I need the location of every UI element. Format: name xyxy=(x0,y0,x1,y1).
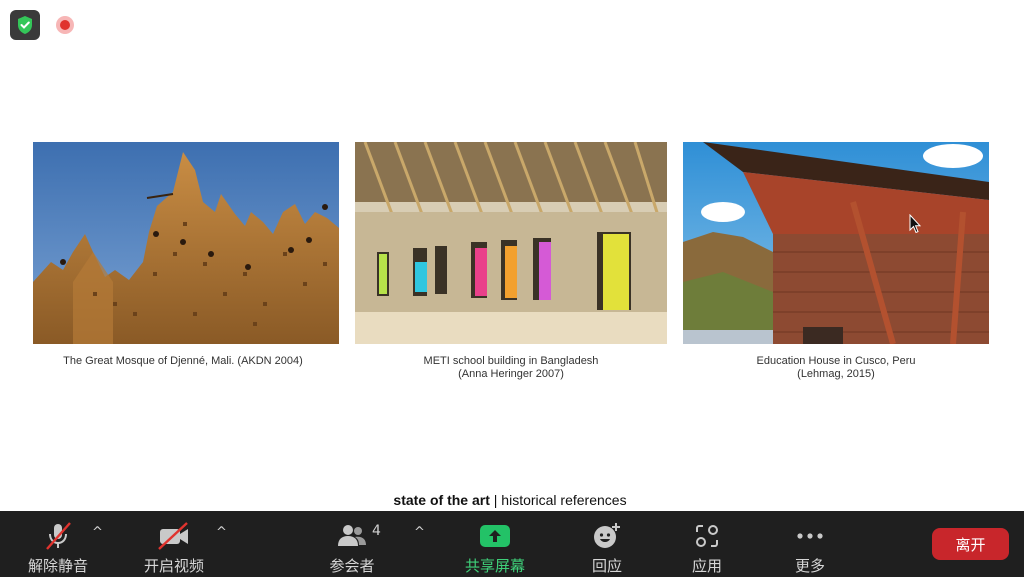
participants-icon xyxy=(335,519,369,553)
slide-title-separator: | xyxy=(489,492,502,508)
apps-button[interactable]: 应用 xyxy=(687,511,727,577)
participants-button[interactable]: 参会者 xyxy=(322,511,382,577)
slide-title-bold: state of the art xyxy=(393,492,490,508)
slide-title-rest: historical references xyxy=(501,492,627,508)
mouse-cursor-icon xyxy=(909,213,922,238)
reaction-emoji-icon xyxy=(592,519,622,553)
security-shield-icon[interactable] xyxy=(10,10,40,40)
caption-line: (Anna Heringer 2007) xyxy=(458,368,564,380)
photo-education-house-cusco xyxy=(683,142,989,344)
caption-line: Education House in Cusco, Peru xyxy=(756,355,916,367)
participants-count: 4 xyxy=(372,523,381,539)
microphone-muted-icon xyxy=(44,519,72,553)
unmute-button[interactable]: 解除静音 xyxy=(22,511,94,577)
share-screen-button[interactable]: 共享屏幕 xyxy=(458,511,532,577)
caption-meti: METI school building in Bangladesh (Anna… xyxy=(355,355,667,381)
more-button[interactable]: 更多 xyxy=(790,511,830,577)
apps-icon xyxy=(693,519,721,553)
caption-line: The Great Mosque of Djenné, Mali. (AKDN … xyxy=(63,355,303,367)
share-screen-label: 共享屏幕 xyxy=(464,557,525,575)
share-screen-icon xyxy=(479,519,511,553)
slide-title: state of the art | historical references xyxy=(0,492,1020,508)
start-video-label: 开启视频 xyxy=(143,557,204,575)
caption-djenne: The Great Mosque of Djenné, Mali. (AKDN … xyxy=(33,355,333,368)
video-off-icon xyxy=(157,519,191,553)
participants-label: 参会者 xyxy=(329,557,375,575)
meeting-toolbar: 解除静音 ^ 开启视频 ^ 参会者 4 ^ 共享屏幕 回应 应用 更多 xyxy=(0,511,1024,577)
shared-screen-area: The Great Mosque of Djenné, Mali. (AKDN … xyxy=(0,0,1024,511)
unmute-label: 解除静音 xyxy=(27,557,88,575)
photo-meti-school xyxy=(355,142,667,344)
reactions-label: 回应 xyxy=(591,557,622,575)
recording-icon[interactable] xyxy=(56,16,74,34)
caption-line: (Lehmag, 2015) xyxy=(797,368,875,380)
caption-cusco: Education House in Cusco, Peru (Lehmag, … xyxy=(683,355,989,381)
photo-great-mosque-djenne xyxy=(33,142,339,344)
caption-line: METI school building in Bangladesh xyxy=(423,355,599,367)
reactions-button[interactable]: 回应 xyxy=(587,511,627,577)
participants-options-caret-icon[interactable]: ^ xyxy=(414,525,425,540)
audio-options-caret-icon[interactable]: ^ xyxy=(92,525,103,540)
start-video-button[interactable]: 开启视频 xyxy=(138,511,210,577)
more-label: 更多 xyxy=(794,557,825,575)
video-options-caret-icon[interactable]: ^ xyxy=(216,525,227,540)
leave-meeting-button[interactable]: 离开 xyxy=(932,528,1009,560)
more-dots-icon xyxy=(795,519,825,553)
apps-label: 应用 xyxy=(691,557,722,575)
